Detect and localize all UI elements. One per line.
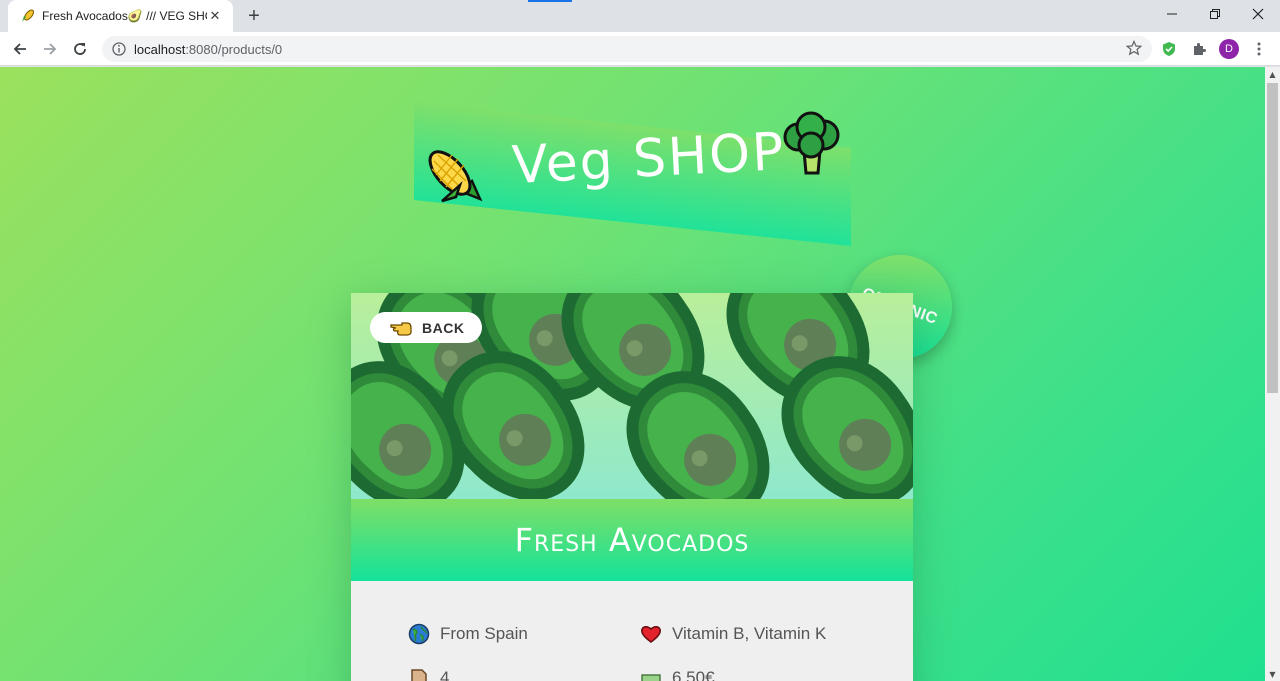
minimize-icon[interactable]	[1150, 0, 1194, 28]
page-scrollbar[interactable]: ▲ ▼	[1265, 67, 1280, 681]
product-hero-image: BACK	[351, 293, 913, 499]
scroll-up-arrow-icon[interactable]: ▲	[1265, 67, 1280, 81]
address-bar[interactable]: localhost:8080/products/0	[102, 36, 1152, 62]
price-text: 6.50€	[672, 668, 715, 681]
extensions-puzzle-icon[interactable]	[1188, 36, 1210, 62]
nutrients-text: Vitamin B, Vitamin K	[672, 624, 827, 643]
scroll-down-arrow-icon[interactable]: ▼	[1265, 667, 1280, 681]
browser-tab[interactable]: Fresh Avocados🥑 /// VEG SHOP ✕	[8, 0, 233, 32]
heart-icon	[641, 626, 661, 643]
corn-icon	[428, 150, 483, 203]
menu-kebab-icon[interactable]	[1248, 36, 1270, 62]
corn-icon	[22, 9, 34, 22]
forward-arrow-icon[interactable]	[37, 36, 63, 62]
origin-text: From Spain	[440, 624, 528, 643]
scroll-thumb[interactable]	[1267, 83, 1278, 393]
profile-initial: D	[1219, 39, 1239, 59]
url-text: localhost:8080/products/0	[134, 41, 283, 57]
product-title: Fresh Avocados	[514, 521, 750, 559]
product-title-band: Fresh Avocados	[351, 499, 913, 581]
info-icon[interactable]	[112, 42, 126, 56]
package-icon	[411, 669, 427, 681]
globe-icon	[408, 623, 430, 645]
tab-indicator	[528, 0, 572, 2]
profile-avatar[interactable]: D	[1218, 36, 1240, 62]
new-tab-button[interactable]: +	[242, 4, 266, 28]
tab-title: Fresh Avocados🥑 /// VEG SHOP	[42, 9, 207, 23]
restore-icon[interactable]	[1193, 0, 1237, 28]
price-info: 6.50€	[640, 667, 715, 681]
money-icon	[641, 674, 661, 681]
back-arrow-icon[interactable]	[7, 36, 33, 62]
product-card: BACK Fresh Avocados From Spain Vitamin B…	[351, 293, 913, 681]
nutrients-info: Vitamin B, Vitamin K	[640, 623, 826, 645]
close-window-icon[interactable]	[1236, 0, 1280, 28]
pointing-hand-icon	[390, 321, 412, 336]
origin-info: From Spain	[408, 623, 528, 645]
quantity-text: 4	[440, 668, 450, 681]
back-button[interactable]: BACK	[370, 312, 482, 343]
back-button-label: BACK	[422, 319, 465, 336]
browser-toolbar: localhost:8080/products/0	[0, 32, 1280, 66]
tab-strip: Fresh Avocados🥑 /// VEG SHOP ✕ +	[0, 0, 1280, 32]
broccoli-icon	[783, 111, 840, 175]
reload-icon[interactable]	[67, 36, 93, 62]
quantity-info: 4	[408, 667, 449, 681]
shield-icon[interactable]	[1158, 36, 1180, 62]
bookmark-star-icon[interactable]	[1126, 40, 1142, 56]
close-tab-icon[interactable]: ✕	[207, 8, 223, 24]
